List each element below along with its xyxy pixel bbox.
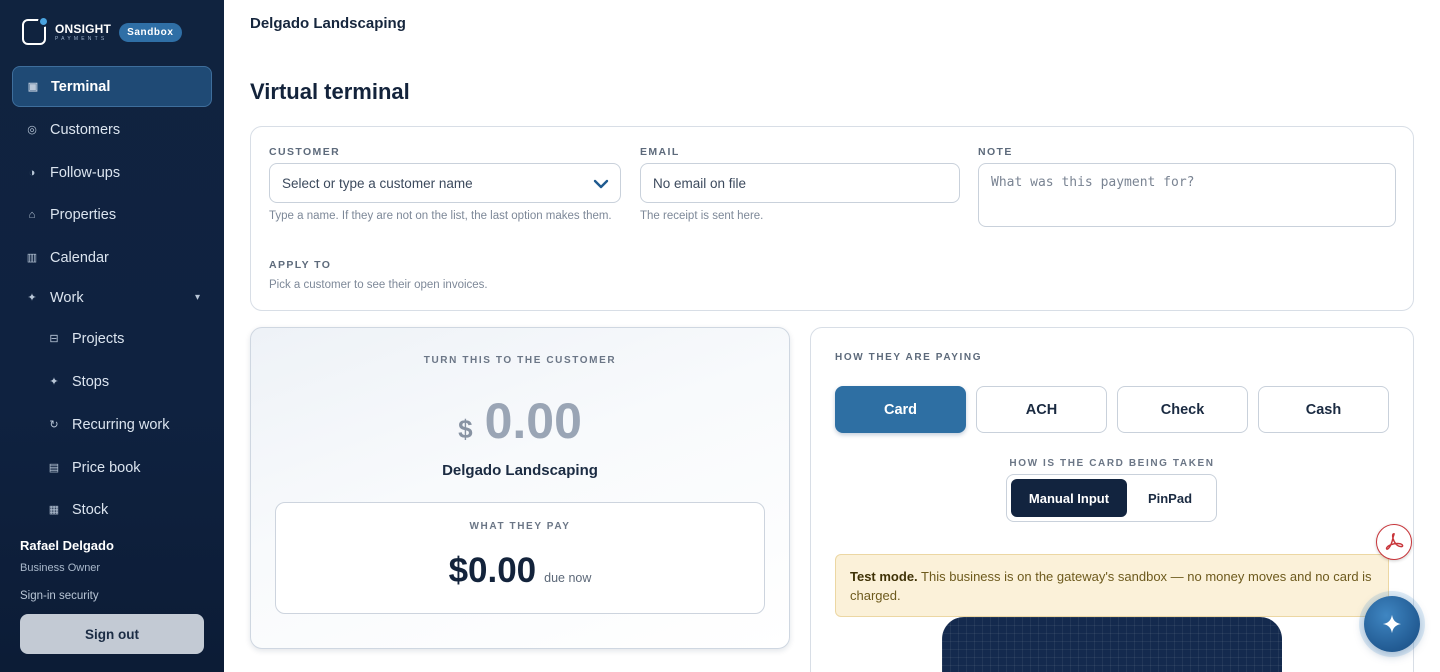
followups-icon: ◑ [28, 166, 36, 179]
sandbox-badge: Sandbox [119, 22, 182, 42]
what-they-pay-box: WHAT THEY PAY $0.00 due now [275, 502, 765, 614]
display-kicker: TURN THIS TO THE CUSTOMER [423, 355, 617, 366]
nav-label: Customers [50, 121, 121, 138]
brand-text: ONSIGHT PAYMENTS [55, 23, 111, 42]
customer-help: Type a name. If they are not on the list… [269, 210, 612, 222]
what-they-pay-amount: $0.00 [448, 551, 537, 590]
customer-placeholder: Select or type a customer name [282, 175, 473, 191]
manual-input-button[interactable]: Manual Input [1011, 479, 1127, 517]
stops-icon: ✦ [49, 376, 59, 388]
user-role: Business Owner [20, 562, 101, 574]
nav-label: Recurring work [72, 416, 170, 433]
payment-method-label: HOW THEY ARE PAYING [835, 352, 983, 363]
pinpad-button[interactable]: PinPad [1127, 479, 1213, 517]
nav-item-recurring-work[interactable]: ↻ Recurring work [34, 404, 212, 445]
nav-label: Terminal [51, 78, 111, 95]
display-business-name: Delgado Landscaping [442, 462, 598, 479]
card-preview [942, 617, 1282, 672]
brand-name: ONSIGHT [55, 21, 112, 36]
nav-label: Calendar [50, 249, 109, 266]
email-placeholder: No email on file [653, 175, 747, 191]
brand-subtitle: PAYMENTS [55, 35, 108, 42]
nav-label: Price book [72, 459, 141, 476]
nav-item-price-book[interactable]: ▤ Price book [34, 447, 212, 488]
nav-label: Stock [72, 501, 109, 518]
customer-label: CUSTOMER [269, 146, 341, 158]
currency-symbol: $ [458, 414, 473, 444]
note-textarea[interactable]: What was this payment for? [978, 163, 1396, 227]
nav-label: Stops [72, 373, 110, 390]
nav-label: Projects [72, 330, 125, 347]
display-amount: $0.00 [250, 392, 790, 450]
customers-icon: ◎ [27, 124, 37, 136]
nav-item-projects[interactable]: ⊟ Projects [34, 318, 212, 359]
card-entry-label: HOW IS THE CARD BEING TAKEN [1009, 458, 1215, 469]
sign-out-button[interactable]: Sign out [20, 614, 204, 654]
card-entry-toggle: Manual Input PinPad [1006, 474, 1217, 522]
recurring-icon: ↻ [49, 419, 59, 431]
due-now-label: due now [544, 571, 592, 585]
email-help: The receipt is sent here. [640, 210, 764, 222]
home-icon: ⌂ [28, 208, 36, 221]
method-cash-button[interactable]: Cash [1258, 386, 1389, 433]
test-mode-text: This business is on the gateway's sandbo… [850, 569, 1372, 603]
chevron-down-icon[interactable] [590, 173, 612, 195]
assistant-sparkle-icon[interactable] [1364, 596, 1420, 652]
nav-item-work[interactable]: ✦ Work ▾ [12, 277, 212, 318]
what-they-pay-label: WHAT THEY PAY [469, 521, 571, 532]
stock-icon: ▦ [48, 504, 60, 516]
onsight-logo-icon [22, 16, 49, 45]
nav-item-customers[interactable]: ◎ Customers [12, 109, 212, 150]
apply-to-label: APPLY TO [269, 259, 332, 271]
email-field[interactable]: No email on file [640, 163, 960, 203]
chevron-down-icon: ▾ [194, 292, 200, 303]
nav-item-followups[interactable]: ◑ Follow-ups [12, 152, 212, 193]
sidebar: ONSIGHT PAYMENTS Sandbox ▣ Terminal ◎ Cu… [0, 0, 224, 672]
calendar-icon: ▥ [26, 252, 38, 264]
nav-item-stock[interactable]: ▦ Stock [34, 489, 212, 530]
business-name: Delgado Landscaping [250, 15, 406, 32]
what-they-pay-row: $0.00 due now [276, 551, 764, 591]
customer-select[interactable]: Select or type a customer name [269, 163, 621, 203]
nav-label: Work [50, 289, 84, 306]
nav-item-terminal[interactable]: ▣ Terminal [12, 66, 212, 107]
sign-in-security-link[interactable]: Sign-in security [20, 590, 99, 602]
test-mode-banner: Test mode. This business is on the gatew… [835, 554, 1389, 617]
nav-label: Properties [50, 206, 117, 223]
terminal-icon: ▣ [27, 81, 39, 93]
apply-to-help: Pick a customer to see their open invoic… [269, 279, 488, 291]
brand[interactable]: ONSIGHT PAYMENTS Sandbox [22, 16, 182, 46]
email-label: EMAIL [640, 146, 680, 158]
nav-item-stops[interactable]: ✦ Stops [34, 361, 212, 402]
nav-item-properties[interactable]: ⌂ Properties [12, 194, 212, 235]
method-card-button[interactable]: Card [835, 386, 966, 433]
method-check-button[interactable]: Check [1117, 386, 1248, 433]
payment-details-card: CUSTOMER Select or type a customer name … [250, 126, 1414, 311]
nav-item-calendar[interactable]: ▥ Calendar [12, 237, 212, 278]
method-ach-button[interactable]: ACH [976, 386, 1107, 433]
user-name: Rafael Delgado [20, 538, 114, 553]
amount-value: 0.00 [484, 393, 582, 449]
pdf-icon[interactable] [1376, 524, 1412, 560]
work-icon: ✦ [27, 292, 37, 304]
note-label: NOTE [978, 146, 1013, 158]
page-title: Virtual terminal [250, 79, 410, 104]
price-book-icon: ▤ [48, 462, 60, 474]
test-mode-strong: Test mode. [850, 569, 918, 584]
projects-icon: ⊟ [49, 333, 59, 345]
nav-label: Follow-ups [50, 164, 121, 181]
